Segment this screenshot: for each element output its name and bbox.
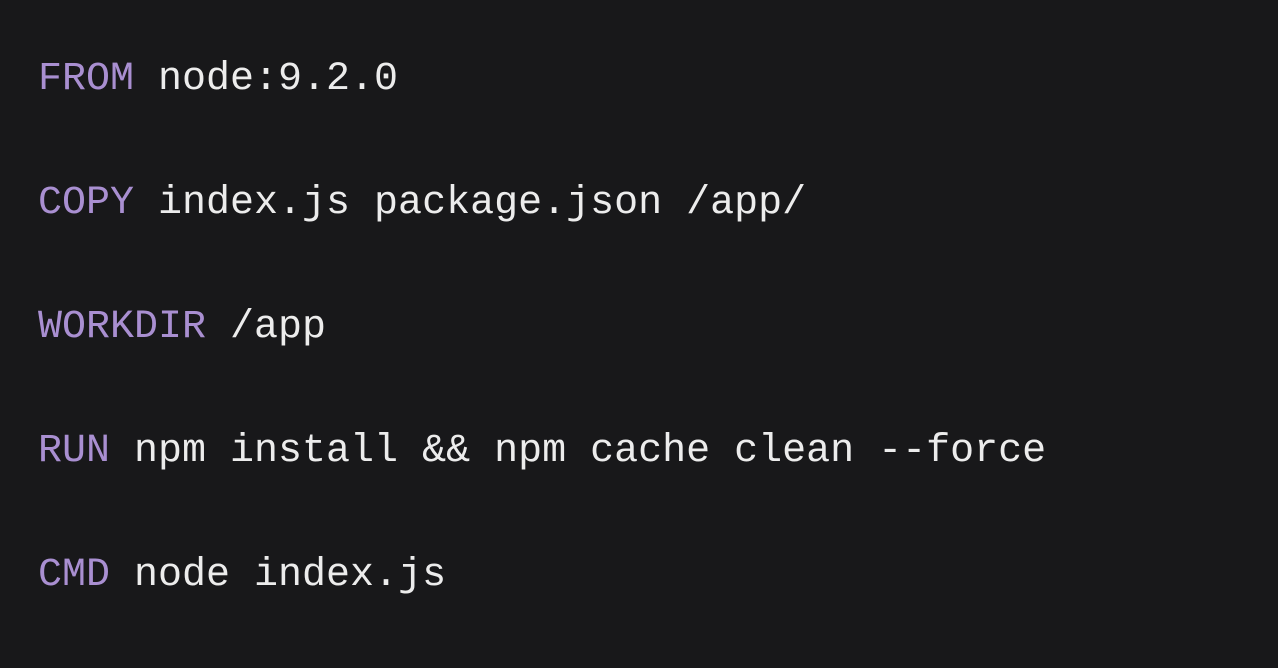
- code-line-cmd: CMD node index.js: [38, 548, 1278, 668]
- args-from: node:9.2.0: [134, 57, 399, 102]
- code-block: FROM node:9.2.0 COPY index.js package.js…: [0, 0, 1278, 668]
- keyword-from: FROM: [38, 57, 135, 102]
- code-line-run: RUN npm install && npm cache clean --for…: [38, 424, 1278, 548]
- code-line-from: FROM node:9.2.0: [38, 52, 1278, 176]
- keyword-copy: COPY: [38, 181, 135, 226]
- keyword-cmd: CMD: [38, 553, 111, 598]
- args-workdir: /app: [206, 305, 327, 350]
- args-cmd: node index.js: [110, 553, 447, 598]
- keyword-workdir: WORKDIR: [38, 305, 207, 350]
- code-line-copy: COPY index.js package.json /app/: [38, 176, 1278, 300]
- code-line-workdir: WORKDIR /app: [38, 300, 1278, 424]
- args-copy: index.js package.json /app/: [134, 181, 807, 226]
- keyword-run: RUN: [38, 429, 111, 474]
- args-run: npm install && npm cache clean --force: [110, 429, 1047, 474]
